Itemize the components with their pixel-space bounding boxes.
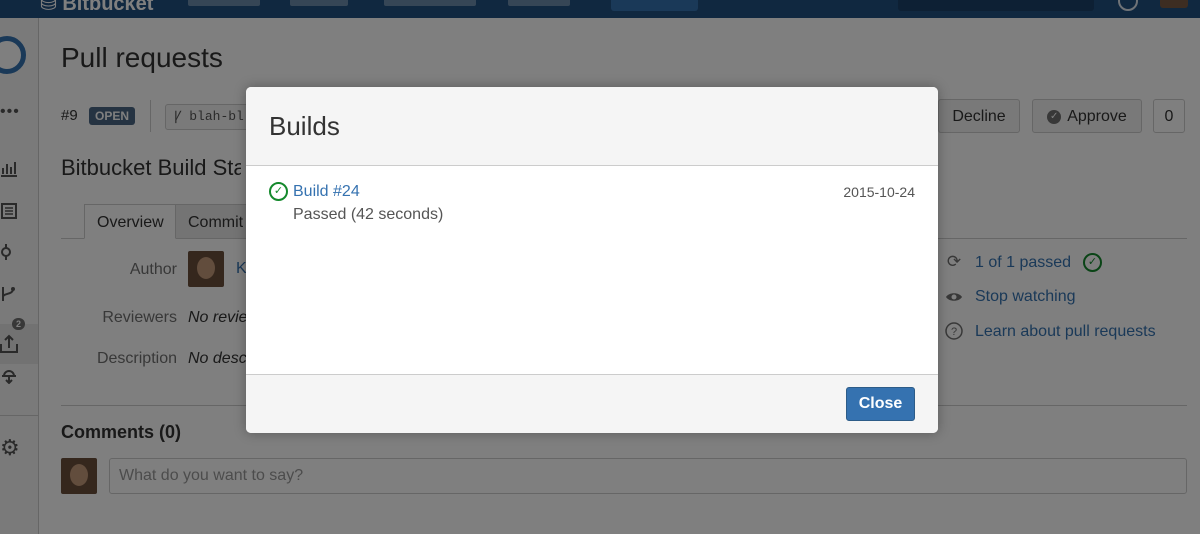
dialog-footer: Close bbox=[246, 374, 938, 433]
builds-dialog: Builds ✓ Build #24 2015-10-24 Passed (42… bbox=[246, 87, 938, 433]
close-button[interactable]: Close bbox=[846, 387, 915, 421]
build-passed-icon: ✓ bbox=[269, 182, 288, 201]
build-date: 2015-10-24 bbox=[843, 184, 915, 200]
build-link[interactable]: Build #24 bbox=[293, 183, 360, 201]
build-status: Passed (42 seconds) bbox=[293, 206, 444, 223]
dialog-header: Builds bbox=[246, 87, 938, 166]
dialog-title: Builds bbox=[269, 111, 340, 141]
